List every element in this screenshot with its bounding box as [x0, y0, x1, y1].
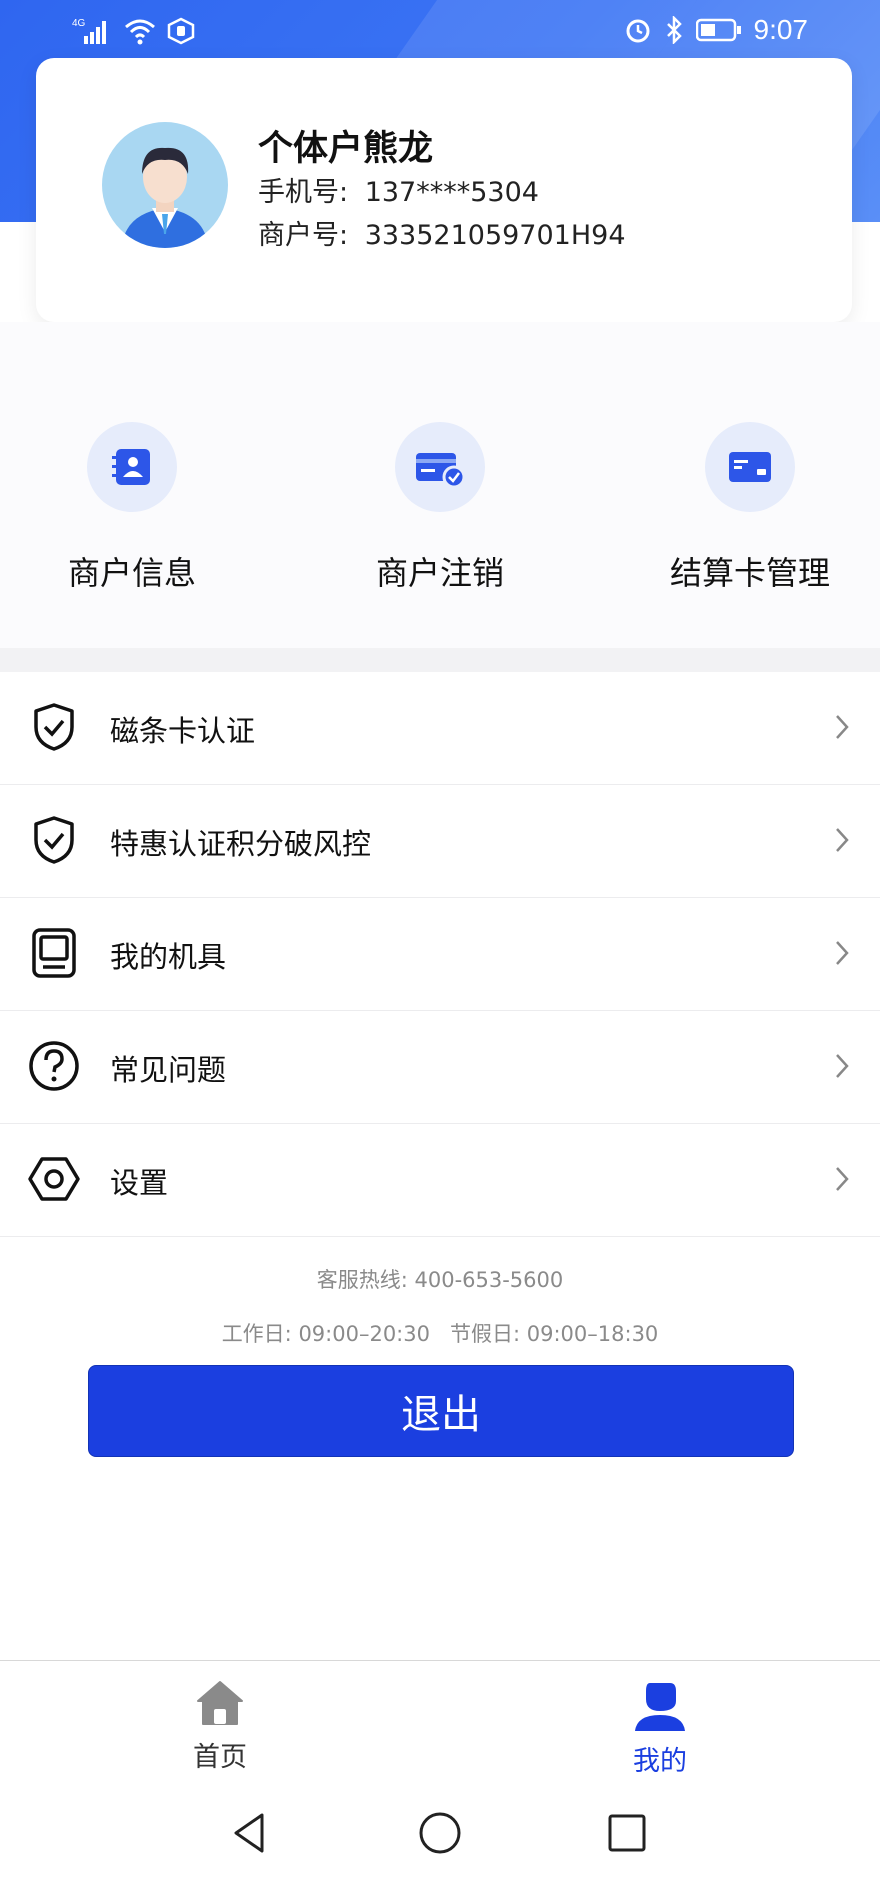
menu-item-label: 常见问题 [110, 1053, 227, 1087]
merchant-id-value: 333521059701H94 [364, 220, 626, 251]
merchant-id-row: 商户号: 333521059701H94 [258, 213, 626, 252]
hexagon-settings-icon [28, 1157, 80, 1201]
signal-icon: 4G [72, 18, 106, 44]
chevron-right-icon [836, 1054, 849, 1078]
menu-item-settings[interactable]: 设置 [0, 1124, 880, 1237]
tab-label: 首页 [193, 1742, 247, 1773]
wifi-icon [125, 19, 155, 45]
contact-card-icon [87, 422, 177, 512]
chevron-right-icon [836, 828, 849, 852]
quick-action-merchant-info[interactable]: 商户信息 [0, 422, 282, 594]
menu-item-label: 设置 [110, 1166, 169, 1200]
menu-list: 磁条卡认证 特惠认证积分破风控 我的机具 常见问题 设置 [0, 672, 880, 1237]
hand-icon [167, 17, 195, 45]
quick-action-label: 结算卡管理 [669, 554, 830, 592]
merchant-name: 个体户熊龙 [258, 129, 434, 169]
chevron-right-icon [836, 715, 849, 739]
svg-text:4G: 4G [72, 18, 86, 29]
home-circle-icon[interactable] [417, 1810, 463, 1856]
card-check-icon [395, 422, 485, 512]
battery-icon [695, 18, 741, 42]
system-navigation-bar [0, 1780, 880, 1884]
tab-home[interactable]: 首页 [120, 1679, 320, 1774]
shield-check-icon [34, 816, 74, 864]
avatar[interactable] [102, 122, 228, 248]
bottom-tab-bar: 首页 我的 [0, 1660, 880, 1780]
support-hotline: 客服热线: 400-653-5600 [316, 1268, 564, 1292]
user-icon [635, 1683, 685, 1731]
bluetooth-icon [666, 16, 682, 44]
quick-action-settlement-card[interactable]: 结算卡管理 [600, 422, 880, 594]
quick-action-deregister[interactable]: 商户注销 [290, 422, 590, 594]
tab-label: 我的 [633, 1746, 687, 1777]
shield-check-icon [34, 703, 74, 751]
quick-action-label: 商户信息 [67, 554, 196, 592]
quick-action-label: 商户注销 [375, 554, 504, 592]
chevron-right-icon [836, 941, 849, 965]
menu-item-faq[interactable]: 常见问题 [0, 1011, 880, 1124]
logout-button[interactable]: 退出 [88, 1365, 794, 1457]
phone-value: 137****5304 [364, 177, 539, 208]
chevron-right-icon [836, 1167, 849, 1191]
pos-terminal-icon [32, 928, 76, 978]
status-time: 9:07 [753, 14, 809, 45]
menu-item-my-devices[interactable]: 我的机具 [0, 898, 880, 1011]
menu-item-special-auth[interactable]: 特惠认证积分破风控 [0, 785, 880, 898]
recent-apps-icon[interactable] [604, 1810, 650, 1856]
home-icon [197, 1681, 243, 1725]
merchant-id-label: 商户号: [258, 220, 349, 251]
phone-label: 手机号: [258, 177, 349, 208]
back-icon[interactable] [228, 1810, 274, 1856]
question-circle-icon [29, 1041, 79, 1091]
support-hours: 工作日: 09:00–20:30 节假日: 09:00–18:30 [221, 1322, 659, 1346]
status-bar: 4G 9:07 [0, 0, 880, 64]
menu-item-label: 磁条卡认证 [110, 714, 256, 748]
menu-item-magstripe-auth[interactable]: 磁条卡认证 [0, 672, 880, 785]
section-divider [0, 648, 880, 672]
bank-card-icon [705, 422, 795, 512]
profile-card: 个体户熊龙 手机号: 137****5304 商户号: 333521059701… [36, 58, 852, 322]
quick-actions: 商户信息 商户注销 结算卡管理 [0, 322, 880, 648]
phone-row: 手机号: 137****5304 [258, 170, 539, 209]
menu-item-label: 特惠认证积分破风控 [110, 827, 372, 861]
tab-mine[interactable]: 我的 [560, 1679, 760, 1778]
menu-item-label: 我的机具 [110, 940, 227, 974]
alarm-icon [626, 19, 649, 43]
